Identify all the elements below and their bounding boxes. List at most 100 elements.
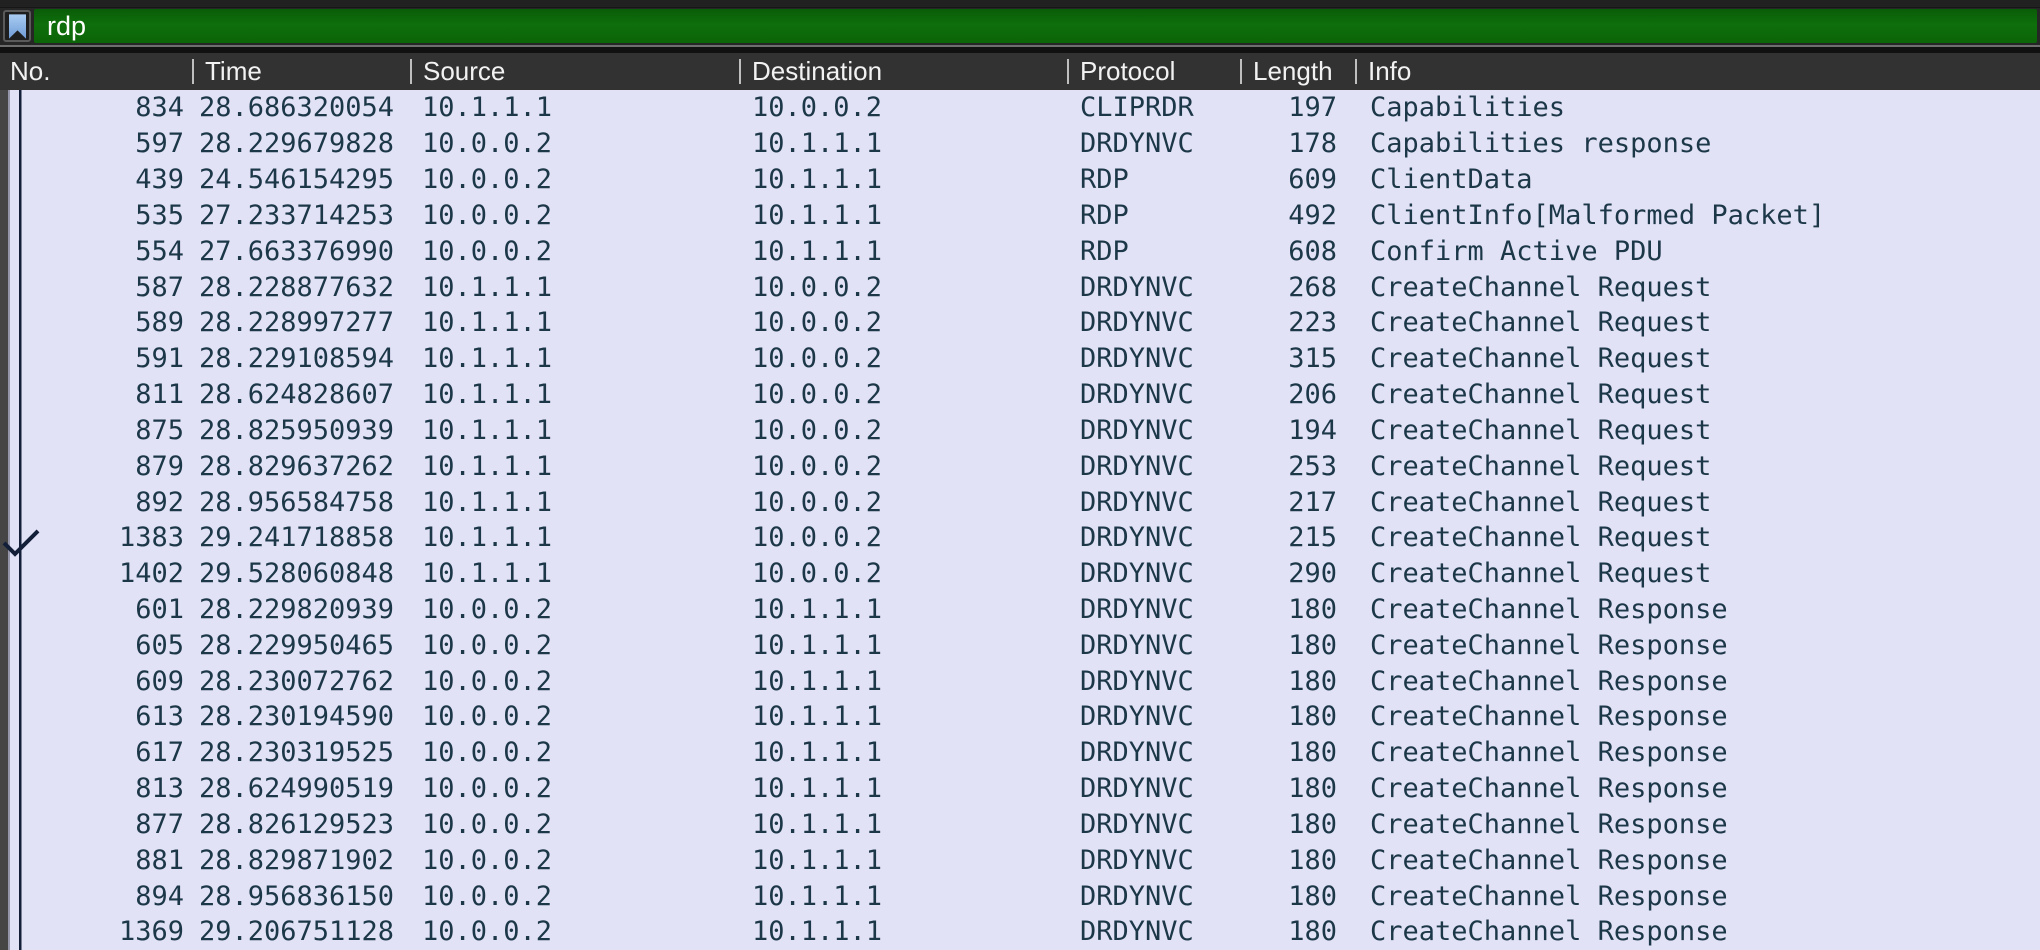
packet-cell-time: 29.241718858 [192, 522, 410, 553]
packet-row[interactable]: 55427.66337699010.0.0.210.1.1.1RDP608Con… [0, 233, 2040, 269]
packet-list: 83428.68632005410.1.1.110.0.0.2CLIPRDR19… [0, 90, 2040, 950]
packet-cell-length: 180 [1240, 881, 1355, 912]
packet-cell-info: CreateChannel Request [1355, 522, 2040, 553]
packet-cell-destination: 10.1.1.1 [739, 773, 1067, 804]
packet-cell-info: CreateChannel Response [1355, 916, 2040, 947]
packet-cell-source: 10.0.0.2 [410, 916, 739, 947]
packet-cell-destination: 10.1.1.1 [739, 128, 1067, 159]
packet-cell-destination: 10.0.0.2 [739, 307, 1067, 338]
packet-row[interactable]: 87528.82595093910.1.1.110.0.0.2DRDYNVC19… [0, 412, 2040, 448]
packet-cell-info: CreateChannel Request [1355, 487, 2040, 518]
packet-cell-source: 10.0.0.2 [410, 701, 739, 732]
packet-cell-protocol: DRDYNVC [1067, 809, 1240, 840]
packet-cell-length: 315 [1240, 343, 1355, 374]
packet-row[interactable]: 58928.22899727710.1.1.110.0.0.2DRDYNVC22… [0, 305, 2040, 341]
column-header-destination[interactable]: Destination [739, 53, 1067, 90]
packet-cell-destination: 10.1.1.1 [739, 809, 1067, 840]
pane-splitter[interactable] [0, 45, 2040, 53]
packet-cell-length: 180 [1240, 701, 1355, 732]
packet-cell-no: 613 [0, 701, 192, 732]
packet-row[interactable]: 140229.52806084810.1.1.110.0.0.2DRDYNVC2… [0, 556, 2040, 592]
packet-cell-protocol: CLIPRDR [1067, 92, 1240, 123]
packet-cell-time: 28.230072762 [192, 666, 410, 697]
packet-cell-no: 881 [0, 845, 192, 876]
packet-cell-source: 10.0.0.2 [410, 881, 739, 912]
wireshark-window: rdp No.TimeSourceDestinationProtocolLeng… [0, 0, 2040, 950]
display-filter-input[interactable]: rdp [34, 9, 2037, 43]
packet-cell-source: 10.0.0.2 [410, 594, 739, 625]
packet-cell-length: 217 [1240, 487, 1355, 518]
packet-cell-source: 10.1.1.1 [410, 343, 739, 374]
packet-cell-time: 28.825950939 [192, 415, 410, 446]
packet-cell-no: 879 [0, 451, 192, 482]
packet-cell-length: 180 [1240, 845, 1355, 876]
packet-row[interactable]: 81328.62499051910.0.0.210.1.1.1DRDYNVC18… [0, 771, 2040, 807]
packet-cell-length: 180 [1240, 916, 1355, 947]
packet-row[interactable]: 60528.22995046510.0.0.210.1.1.1DRDYNVC18… [0, 627, 2040, 663]
packet-cell-info: CreateChannel Request [1355, 415, 2040, 446]
packet-row[interactable]: 60928.23007276210.0.0.210.1.1.1DRDYNVC18… [0, 663, 2040, 699]
packet-row[interactable]: 59728.22967982810.0.0.210.1.1.1DRDYNVC17… [0, 126, 2040, 162]
packet-cell-protocol: DRDYNVC [1067, 379, 1240, 410]
packet-row[interactable]: 136929.20675112810.0.0.210.1.1.1DRDYNVC1… [0, 914, 2040, 950]
packet-row[interactable]: 89428.95683615010.0.0.210.1.1.1DRDYNVC18… [0, 878, 2040, 914]
packet-cell-no: 617 [0, 737, 192, 768]
packet-row[interactable]: 87728.82612952310.0.0.210.1.1.1DRDYNVC18… [0, 807, 2040, 843]
packet-cell-no: 601 [0, 594, 192, 625]
packet-cell-no: 813 [0, 773, 192, 804]
packet-cell-protocol: DRDYNVC [1067, 272, 1240, 303]
packet-row[interactable]: 87928.82963726210.1.1.110.0.0.2DRDYNVC25… [0, 448, 2040, 484]
packet-cell-source: 10.0.0.2 [410, 128, 739, 159]
packet-cell-no: 535 [0, 200, 192, 231]
packet-row[interactable]: 89228.95658475810.1.1.110.0.0.2DRDYNVC21… [0, 484, 2040, 520]
packet-cell-protocol: DRDYNVC [1067, 307, 1240, 338]
packet-row[interactable]: 138329.24171885810.1.1.110.0.0.2DRDYNVC2… [0, 520, 2040, 556]
packet-cell-protocol: DRDYNVC [1067, 522, 1240, 553]
packet-cell-time: 27.233714253 [192, 200, 410, 231]
packet-cell-protocol: DRDYNVC [1067, 630, 1240, 661]
packet-row[interactable]: 61728.23031952510.0.0.210.1.1.1DRDYNVC18… [0, 735, 2040, 771]
packet-row[interactable]: 53527.23371425310.0.0.210.1.1.1RDP492Cli… [0, 197, 2040, 233]
packet-cell-length: 290 [1240, 558, 1355, 589]
packet-cell-no: 1402 [0, 558, 192, 589]
packet-cell-no: 811 [0, 379, 192, 410]
packet-cell-info: CreateChannel Request [1355, 272, 2040, 303]
column-header-source[interactable]: Source [410, 53, 739, 90]
column-header-info[interactable]: Info [1355, 53, 2040, 90]
packet-row[interactable]: 83428.68632005410.1.1.110.0.0.2CLIPRDR19… [0, 90, 2040, 126]
packet-cell-time: 28.686320054 [192, 92, 410, 123]
packet-cell-length: 492 [1240, 200, 1355, 231]
packet-row[interactable]: 43924.54615429510.0.0.210.1.1.1RDP609Cli… [0, 162, 2040, 198]
packet-row[interactable]: 61328.23019459010.0.0.210.1.1.1DRDYNVC18… [0, 699, 2040, 735]
packet-cell-protocol: DRDYNVC [1067, 558, 1240, 589]
filter-bookmark-button[interactable] [3, 10, 31, 42]
packet-row[interactable]: 88128.82987190210.0.0.210.1.1.1DRDYNVC18… [0, 842, 2040, 878]
packet-rows: 83428.68632005410.1.1.110.0.0.2CLIPRDR19… [0, 90, 2040, 950]
packet-cell-info: CreateChannel Request [1355, 343, 2040, 374]
packet-cell-protocol: DRDYNVC [1067, 451, 1240, 482]
column-header-protocol[interactable]: Protocol [1067, 53, 1240, 90]
packet-cell-length: 609 [1240, 164, 1355, 195]
column-header-no[interactable]: No. [0, 53, 192, 90]
packet-cell-time: 28.228877632 [192, 272, 410, 303]
packet-cell-source: 10.1.1.1 [410, 487, 739, 518]
packet-cell-length: 206 [1240, 379, 1355, 410]
packet-cell-protocol: RDP [1067, 236, 1240, 267]
packet-cell-protocol: DRDYNVC [1067, 916, 1240, 947]
column-header-time[interactable]: Time [192, 53, 410, 90]
packet-cell-protocol: DRDYNVC [1067, 773, 1240, 804]
packet-cell-source: 10.1.1.1 [410, 92, 739, 123]
packet-cell-time: 28.229679828 [192, 128, 410, 159]
packet-row[interactable]: 59128.22910859410.1.1.110.0.0.2DRDYNVC31… [0, 341, 2040, 377]
packet-cell-destination: 10.1.1.1 [739, 594, 1067, 625]
packet-cell-info: CreateChannel Response [1355, 666, 2040, 697]
packet-row[interactable]: 58728.22887763210.1.1.110.0.0.2DRDYNVC26… [0, 269, 2040, 305]
packet-row[interactable]: 60128.22982093910.0.0.210.1.1.1DRDYNVC18… [0, 592, 2040, 628]
packet-cell-length: 180 [1240, 594, 1355, 625]
packet-row[interactable]: 81128.62482860710.1.1.110.0.0.2DRDYNVC20… [0, 377, 2040, 413]
packet-cell-no: 894 [0, 881, 192, 912]
packet-cell-destination: 10.0.0.2 [739, 343, 1067, 374]
packet-cell-time: 28.228997277 [192, 307, 410, 338]
column-header-length[interactable]: Length [1240, 53, 1355, 90]
packet-cell-time: 28.230194590 [192, 701, 410, 732]
